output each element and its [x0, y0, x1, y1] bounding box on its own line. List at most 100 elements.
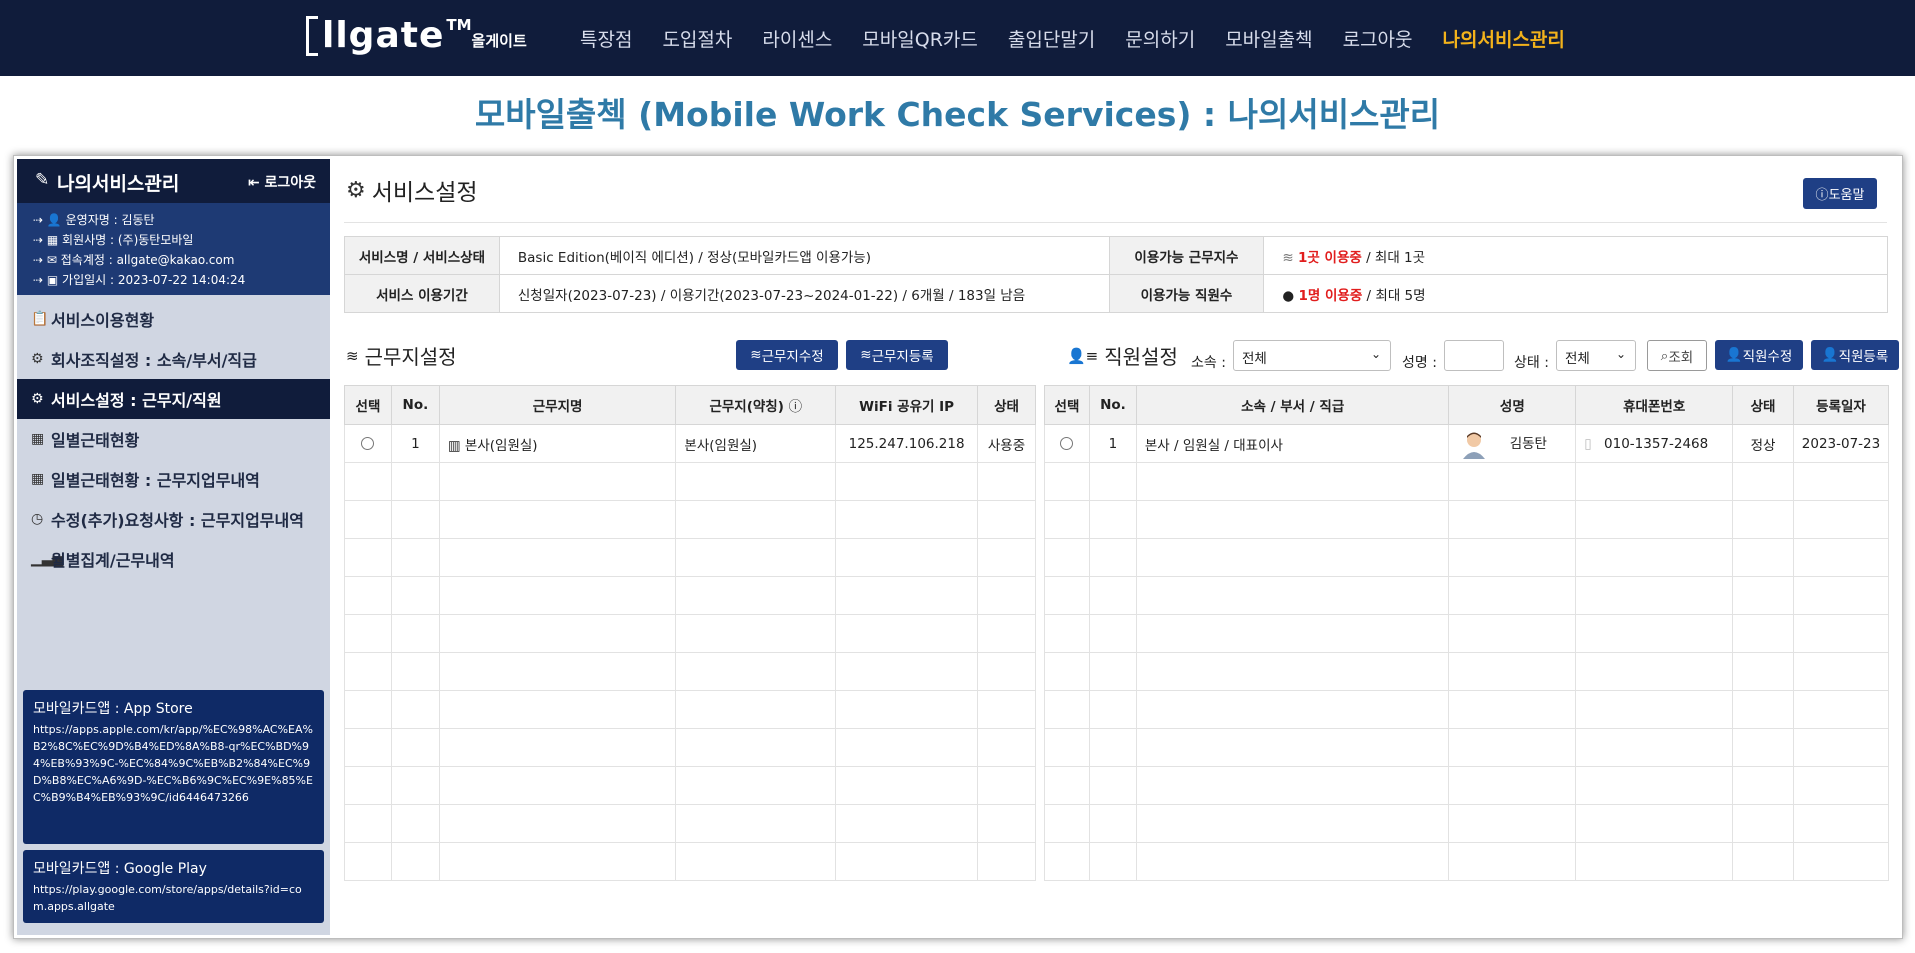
sidebar-item-service-settings[interactable]: ⚙ 서비스설정 : 근무지/직원 — [17, 379, 330, 419]
main-nav: 특장점 도입절차 라이센스 모바일QR카드 출입단말기 문의하기 모바일출첵 로… — [580, 0, 1595, 76]
empty-cell — [977, 766, 1036, 805]
sidebar-item-label: 서비스이용현황 — [51, 311, 155, 330]
filter-org-value: 전체 — [1242, 351, 1267, 367]
filter-org-label: 소속 : — [1191, 355, 1226, 371]
sidebar-item-daily-workplace-log[interactable]: ▦ 일별근태현황 : 근무지업무내역 — [17, 459, 330, 499]
workplace-edit-button[interactable]: ≋ 근무지수정 — [736, 340, 838, 370]
col-workplace-short-text: 근무지(약칭) — [709, 399, 784, 415]
app-store-link[interactable]: https://apps.apple.com/kr/app/%EC%98%AC%… — [33, 721, 314, 806]
wifi-icon: ≋ — [346, 346, 359, 365]
workplace-add-button[interactable]: ≋ 근무지등록 — [846, 340, 948, 370]
empty-cell — [1448, 728, 1577, 767]
empty-cell — [675, 652, 837, 691]
top-navigation-bar: llgate TM 올게이트 특장점 도입절차 라이센스 모바일QR카드 출입단… — [0, 0, 1915, 76]
sidebar-item-label: 일별근태현황 : 근무지업무내역 — [51, 471, 260, 490]
sidebar-logout-button[interactable]: ⇤ 로그아웃 — [248, 172, 316, 192]
empty-cell — [675, 690, 837, 729]
empty-cell — [390, 462, 440, 501]
row-no: 1 — [1088, 424, 1137, 463]
nav-item-my-service[interactable]: 나의서비스관리 — [1443, 25, 1565, 52]
workplace-used: 1곳 이용중 — [1298, 249, 1362, 266]
nav-item-mobile-check[interactable]: 모바일출첵 — [1225, 25, 1312, 52]
empty-cell — [390, 500, 440, 539]
row-workplace-short: 본사(임원실) — [675, 424, 837, 463]
nav-item-access-terminal[interactable]: 출입단말기 — [1008, 25, 1095, 52]
info-account: ⇢ ✉ 접속계정 : allgate@kakao.com — [33, 250, 330, 270]
workplace-section-title: ≋ 근무지설정 — [346, 341, 457, 370]
app-frame: ✎ 나의서비스관리 ⇤ 로그아웃 ⇢ 👤 운영자명 : 김동탄 ⇢ ▦ 회원사명… — [13, 155, 1903, 939]
staff-add-button[interactable]: 👤 직원등록 — [1811, 340, 1899, 370]
avatar — [1459, 429, 1489, 459]
staff-edit-button[interactable]: 👤 직원수정 — [1715, 340, 1803, 370]
nav-item-license[interactable]: 라이센스 — [762, 25, 832, 52]
row-radio[interactable] — [1060, 437, 1074, 450]
nav-item-contact[interactable]: 문의하기 — [1125, 25, 1195, 52]
filter-org-select[interactable]: 전체 ⌄ — [1233, 340, 1391, 371]
empty-cell — [835, 728, 979, 767]
account-info: ⇢ 👤 운영자명 : 김동탄 ⇢ ▦ 회원사명 : (주)동탄모바일 ⇢ ✉ 접… — [17, 203, 330, 295]
nav-item-mobile-qr-card[interactable]: 모바일QR카드 — [862, 25, 978, 52]
staff-section-title: 👤≡ 직원설정 — [1067, 341, 1178, 370]
col-no: No. — [390, 385, 440, 425]
row-org: 본사 / 임원실 / 대표이사 — [1135, 424, 1450, 463]
sidebar-item-daily-attendance[interactable]: ▦ 일별근태현황 — [17, 419, 330, 459]
col-name: 성명 — [1448, 385, 1577, 425]
sidebar-item-label: 서비스설정 : 근무지/직원 — [51, 391, 222, 410]
empty-cell — [1575, 728, 1734, 767]
google-play-title: 모바일카드앱 : Google Play — [33, 861, 207, 877]
empty-cell — [1793, 576, 1889, 615]
empty-cell — [835, 842, 979, 881]
sidebar-item-label: 일별근태현황 — [51, 431, 140, 450]
table-row[interactable]: 1 ▥ 본사(임원실) 본사(임원실) 125.247.106.218 사용중 — [344, 424, 1036, 463]
service-name-value: Basic Edition(베이직 에디션) / 정상(모바일카드앱 이용가능) — [498, 236, 1110, 275]
empty-cell — [438, 728, 677, 767]
wifi-add-icon: ≋ — [860, 347, 872, 363]
empty-cell — [1135, 804, 1450, 843]
service-name-label: 서비스명 / 서비스상태 — [344, 236, 500, 275]
empty-table-row — [1044, 500, 1889, 539]
col-status: 상태 — [977, 385, 1036, 425]
filter-status-select[interactable]: 전체 ⌄ — [1556, 340, 1636, 371]
empty-cell — [977, 462, 1036, 501]
row-workplace-name: ▥ 본사(임원실) — [438, 424, 677, 463]
filter-name-input[interactable] — [1444, 340, 1504, 371]
empty-cell — [344, 462, 392, 501]
empty-cell — [675, 462, 837, 501]
table-row[interactable]: 1 본사 / 임원실 / 대표이사 김동탄 ▯ 010-1357-2468 정상… — [1044, 424, 1889, 463]
empty-cell — [675, 500, 837, 539]
staff-table: 선택 No. 소속 / 부서 / 직급 성명 휴대폰번호 상태 등록일자 1 본… — [1044, 385, 1889, 881]
empty-cell — [1088, 728, 1137, 767]
sidebar-item-service-status[interactable]: 📋 서비스이용현황 — [17, 299, 330, 339]
empty-cell — [977, 500, 1036, 539]
empty-cell — [1088, 576, 1137, 615]
staff-search-button[interactable]: ⌕ 조회 — [1647, 340, 1707, 371]
allgate-logo[interactable]: llgate TM 올게이트 — [306, 14, 527, 58]
empty-cell — [1044, 652, 1090, 691]
empty-cell — [390, 690, 440, 729]
help-button[interactable]: ⓘ 도움말 — [1803, 178, 1877, 209]
question-icon[interactable]: ⓘ — [789, 399, 803, 415]
google-play-link[interactable]: https://play.google.com/store/apps/detai… — [33, 881, 314, 915]
empty-cell — [1088, 614, 1137, 653]
empty-cell — [390, 766, 440, 805]
sidebar-item-monthly-summary[interactable]: ▁▃▅ 월별집계/근무내역 — [17, 539, 330, 579]
empty-cell — [1448, 766, 1577, 805]
empty-cell — [438, 576, 677, 615]
row-date: 2023-07-23 — [1793, 424, 1889, 463]
empty-table-row — [344, 728, 1036, 767]
nav-item-logout[interactable]: 로그아웃 — [1343, 25, 1413, 52]
chevron-down-icon: ⌄ — [1615, 347, 1626, 361]
sidebar-item-change-requests[interactable]: ◷ 수정(추가)요청사항 : 근무지업무내역 — [17, 499, 330, 539]
nav-item-adoption[interactable]: 도입절차 — [662, 25, 732, 52]
row-radio[interactable] — [361, 437, 375, 450]
nav-item-features[interactable]: 특장점 — [580, 25, 632, 52]
building-icon: ▥ — [447, 437, 465, 454]
gear-icon: ⚙ — [31, 391, 44, 407]
empty-cell — [977, 690, 1036, 729]
empty-cell — [1732, 690, 1795, 729]
empty-cell — [675, 766, 837, 805]
empty-cell — [1135, 576, 1450, 615]
sidebar-item-org-settings[interactable]: ⚙ 회사조직설정 : 소속/부서/직급 — [17, 339, 330, 379]
empty-cell — [438, 500, 677, 539]
col-workplace-name: 근무지명 — [438, 385, 677, 425]
